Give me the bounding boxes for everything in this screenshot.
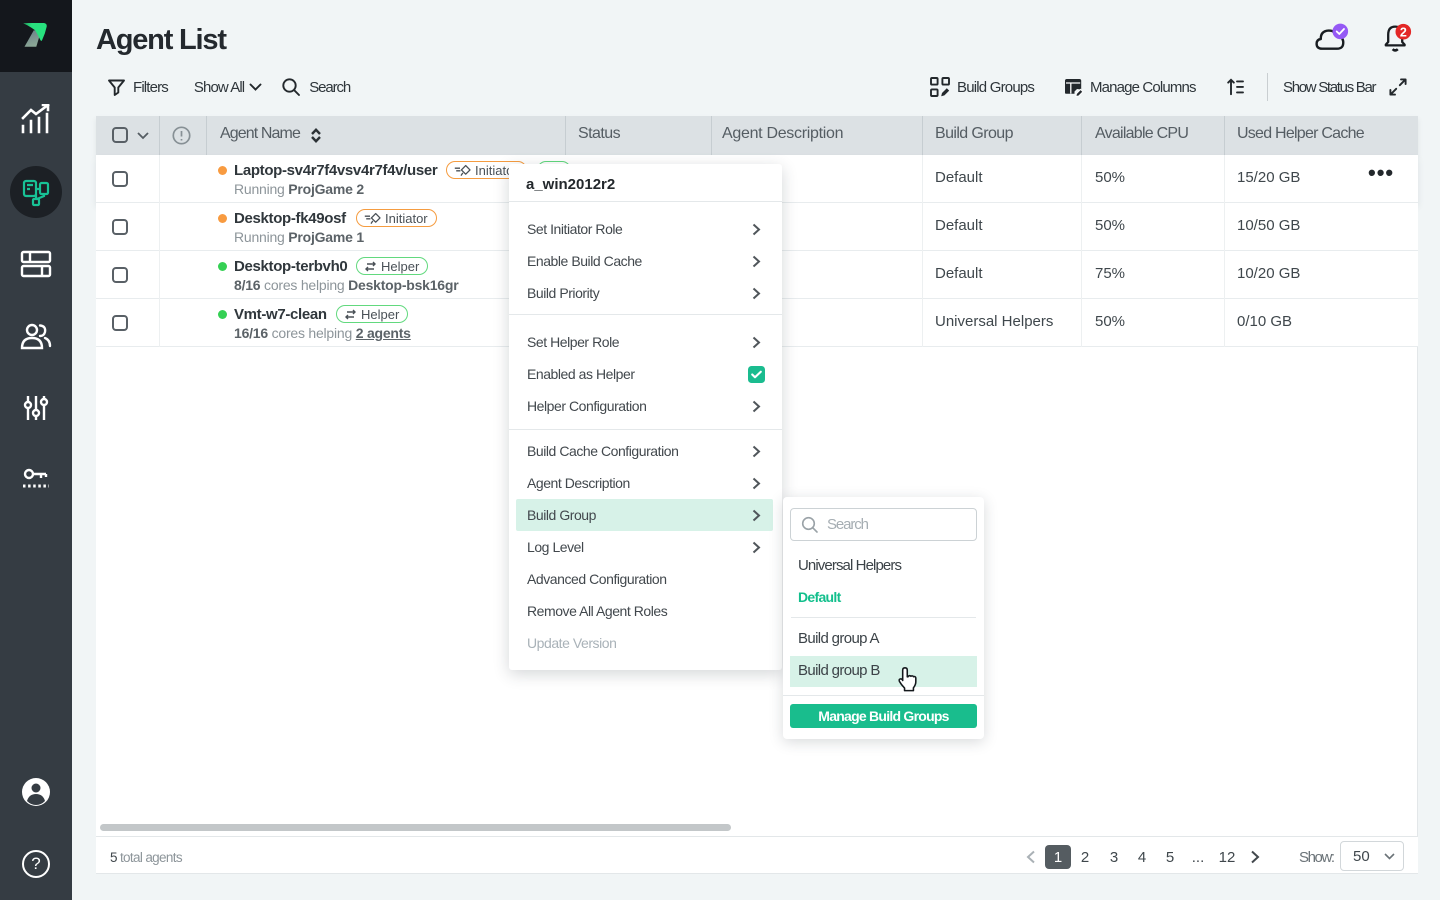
svg-text:2: 2 bbox=[1400, 25, 1407, 39]
